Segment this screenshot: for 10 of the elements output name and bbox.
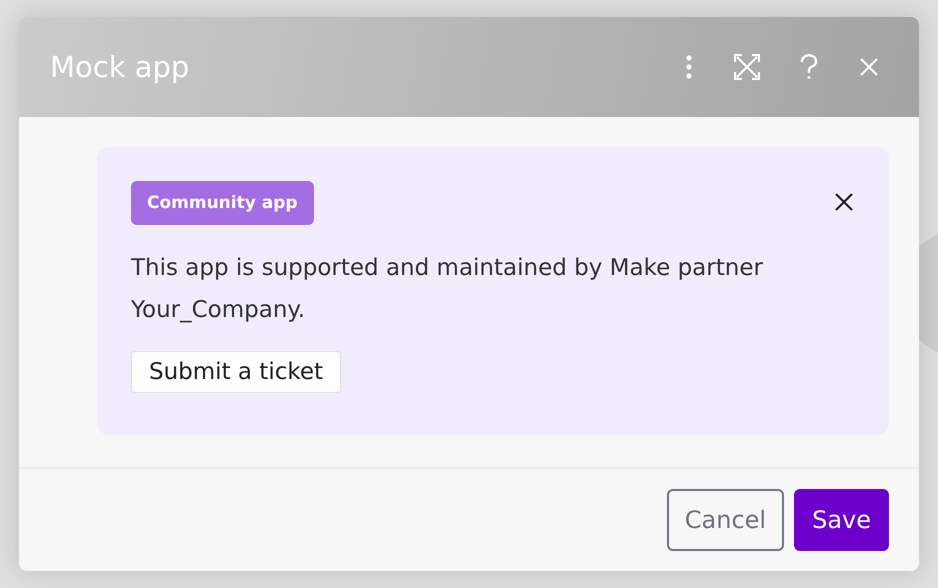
help-icon[interactable] (800, 54, 818, 80)
close-icon[interactable] (835, 193, 853, 211)
submit-ticket-button[interactable]: Submit a ticket (131, 351, 342, 393)
window-title: Mock app (50, 50, 190, 84)
menu-icon[interactable] (685, 55, 693, 79)
notice-message: This app is supported and maintained by Make partner Your_Company. (131, 254, 764, 325)
expand-icon[interactable] (734, 54, 760, 80)
cancel-button[interactable]: Cancel (666, 489, 784, 551)
save-button[interactable]: Save (794, 489, 889, 551)
community-tag: Community app (131, 181, 314, 225)
